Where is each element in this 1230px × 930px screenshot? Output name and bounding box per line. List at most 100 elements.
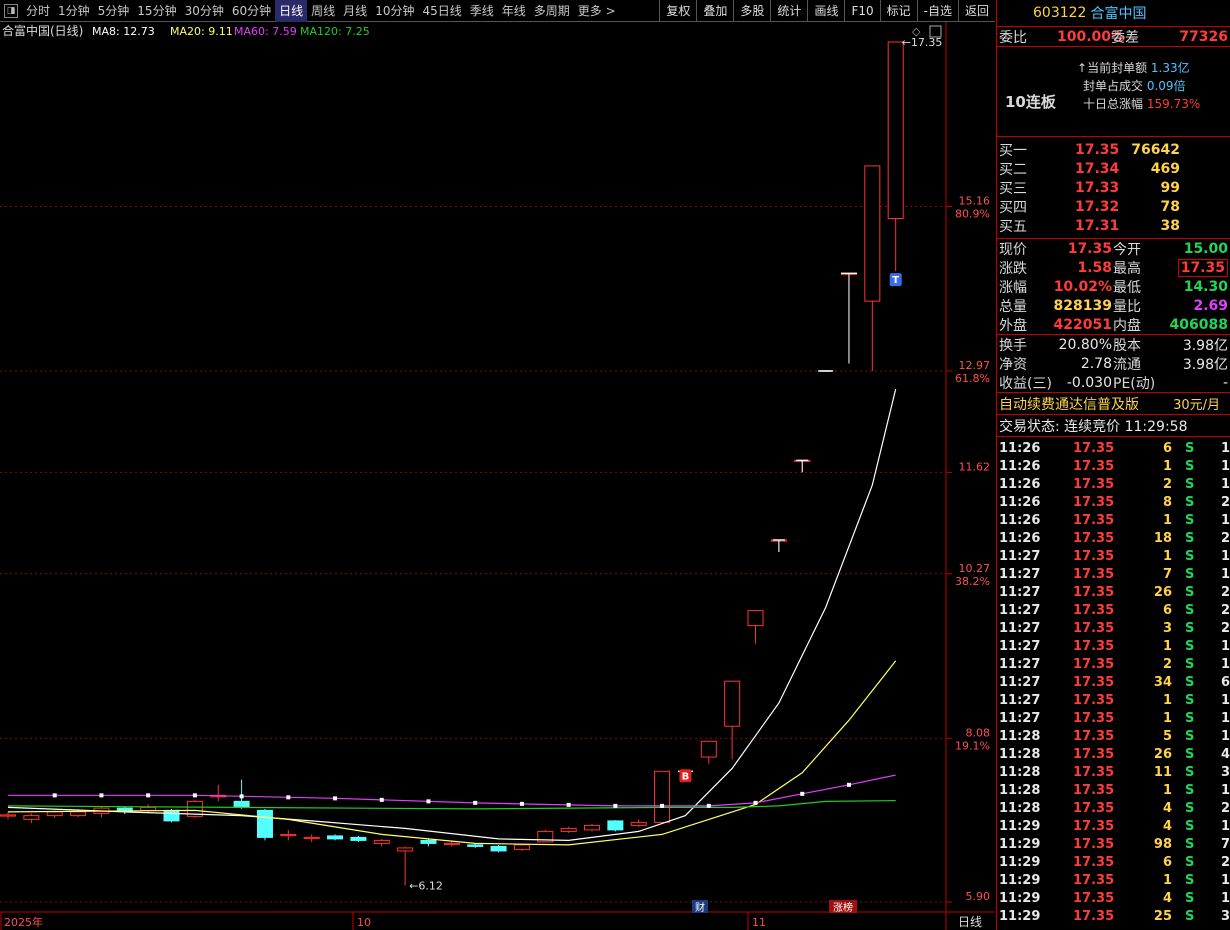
tick-vol: 6: [1162, 602, 1172, 618]
period-tab-13[interactable]: 多周期: [530, 0, 574, 22]
period-tab-9[interactable]: 10分钟: [371, 0, 418, 22]
tick-price: 17.35: [1073, 620, 1115, 636]
ma60-marker: [519, 801, 524, 806]
period-tab-3[interactable]: 15分钟: [133, 0, 180, 22]
tick-row: 11:29 17.35 6 S 2: [997, 853, 1230, 871]
candle-body: [373, 839, 390, 844]
ma60-marker: [800, 791, 805, 796]
period-tab-1[interactable]: 1分钟: [54, 0, 94, 22]
tool-button-5[interactable]: F10: [844, 0, 879, 22]
high-annotation: ←17.35: [902, 36, 943, 49]
period-tab-11[interactable]: 季线: [466, 0, 498, 22]
bid-row[interactable]: 买二 17.34 469: [997, 159, 1230, 178]
tool-button-4[interactable]: 画线: [807, 0, 844, 22]
seal-info: ↑当前封单额 1.33亿 封单占成交 0.09倍 十日总涨幅 159.73% 1…: [997, 47, 1230, 137]
webi-label: 委比: [999, 29, 1027, 46]
candle-body: [584, 824, 600, 831]
tick-list[interactable]: 11:26 17.35 6 S 1 11:26 17.35 1 S 1 11:26 …: [997, 437, 1230, 925]
tool-button-0[interactable]: 复权: [659, 0, 696, 22]
period-tab-2[interactable]: 5分钟: [94, 0, 134, 22]
tick-count: 1: [1221, 872, 1230, 888]
tool-button-6[interactable]: 标记: [879, 0, 917, 22]
bid-label: 买二: [999, 161, 1027, 178]
tick-price: 17.35: [1073, 476, 1115, 492]
tick-vol: 3: [1162, 620, 1172, 636]
tick-side: S: [1185, 566, 1195, 582]
bid-row[interactable]: 买三 17.33 99: [997, 178, 1230, 197]
tick-vol: 2: [1162, 476, 1172, 492]
kline-chart[interactable]: 合富中国(日线) MA8: 12.73 MA20: 9.11 MA60: 7.59 MA…: [0, 22, 995, 930]
tool-button-2[interactable]: 多股: [733, 0, 770, 22]
period-toolbar: ◨ 分时 1分钟 5分钟 15分钟 30分钟 60分钟 日线 周线 月线 10分钟 45日线 季线 年线…: [0, 0, 995, 22]
tick-price: 17.35: [1073, 710, 1115, 726]
tool-button-7[interactable]: -自选: [916, 0, 958, 22]
period-tab-4[interactable]: 30分钟: [181, 0, 228, 22]
stock-name: 合富中国: [1090, 6, 1147, 22]
ma60-marker: [146, 793, 151, 798]
quote-label: 外盘: [999, 317, 1027, 334]
ma-line-ma20: [7, 660, 897, 846]
tick-vol: 7: [1162, 566, 1172, 582]
bid-row[interactable]: 买五 17.31 38: [997, 216, 1230, 235]
ma60-marker: [426, 799, 431, 804]
tick-side: S: [1185, 476, 1195, 492]
tick-row: 11:29 17.35 1 S 1: [997, 871, 1230, 889]
tick-count: 3: [1221, 908, 1230, 924]
ma60-marker: [52, 793, 57, 798]
tool-button-8[interactable]: 返回: [957, 0, 995, 22]
bid-row[interactable]: 买一 17.35 76642: [997, 140, 1230, 159]
tick-side: S: [1185, 638, 1195, 654]
tick-time: 11:27: [999, 584, 1041, 600]
bid-price: 17.33: [1075, 179, 1120, 196]
tick-time: 11:27: [999, 656, 1041, 672]
tick-count: 2: [1221, 620, 1230, 636]
x-label-nov: 11: [752, 916, 766, 929]
period-tab-10[interactable]: 45日线: [418, 0, 465, 22]
period-tab-5[interactable]: 60分钟: [228, 0, 275, 22]
tool-button-3[interactable]: 统计: [770, 0, 807, 22]
tenday-value: 159.73%: [1146, 97, 1201, 111]
tick-vol: 26: [1153, 584, 1172, 600]
window-menu-icon[interactable]: ◨: [4, 3, 18, 18]
x-label-oct: 10: [357, 916, 371, 929]
tick-row: 11:26 17.35 1 S 1: [997, 511, 1230, 529]
tick-row: 11:27 17.35 26 S 2: [997, 583, 1230, 601]
promo-row[interactable]: 自动续费通达信普及版 30元/月: [997, 393, 1230, 415]
finance-label: 净资: [999, 356, 1027, 373]
candle-body: [116, 807, 133, 811]
tick-time: 11:27: [999, 674, 1041, 690]
trade-state: 交易状态: 连续竞价 11:29:58: [999, 418, 1188, 435]
tool-button-1[interactable]: 叠加: [696, 0, 733, 22]
finance-value: 3.98亿: [1182, 356, 1228, 373]
period-tab-12[interactable]: 年线: [498, 0, 530, 22]
tick-count: 4: [1221, 746, 1230, 762]
y-pct-label: 38.2%: [955, 575, 990, 588]
tick-row: 11:27 17.35 2 S 1: [997, 655, 1230, 673]
tick-vol: 4: [1162, 890, 1172, 906]
tick-price: 17.35: [1073, 602, 1115, 618]
tick-row: 11:29 17.35 25 S 3: [997, 907, 1230, 925]
period-tab-8[interactable]: 月线: [339, 0, 371, 22]
period-tab-14[interactable]: 更多 >: [574, 0, 620, 22]
candle-body: [747, 610, 764, 627]
tick-time: 11:29: [999, 854, 1041, 870]
tick-row: 11:27 17.35 1 S 1: [997, 709, 1230, 727]
tick-side: S: [1185, 854, 1195, 870]
tick-time: 11:28: [999, 728, 1041, 744]
promo-price: 30元/月: [1173, 398, 1220, 413]
tick-price: 17.35: [1073, 584, 1115, 600]
tick-price: 17.35: [1073, 674, 1115, 690]
tick-price: 17.35: [1073, 854, 1115, 870]
period-tab-0[interactable]: 分时: [22, 0, 54, 22]
tick-count: 1: [1221, 890, 1230, 906]
candle-body: [443, 842, 460, 846]
quote-label: 今开: [1113, 241, 1141, 258]
bid-vol: 469: [1150, 160, 1180, 177]
bid-row[interactable]: 买四 17.32 78: [997, 197, 1230, 216]
tick-count: 1: [1221, 566, 1230, 582]
ma60-marker: [753, 800, 758, 805]
period-tab-7[interactable]: 周线: [307, 0, 339, 22]
tick-vol: 4: [1162, 818, 1172, 834]
period-tab-6[interactable]: 日线: [275, 0, 308, 22]
candle-body: [607, 820, 624, 831]
